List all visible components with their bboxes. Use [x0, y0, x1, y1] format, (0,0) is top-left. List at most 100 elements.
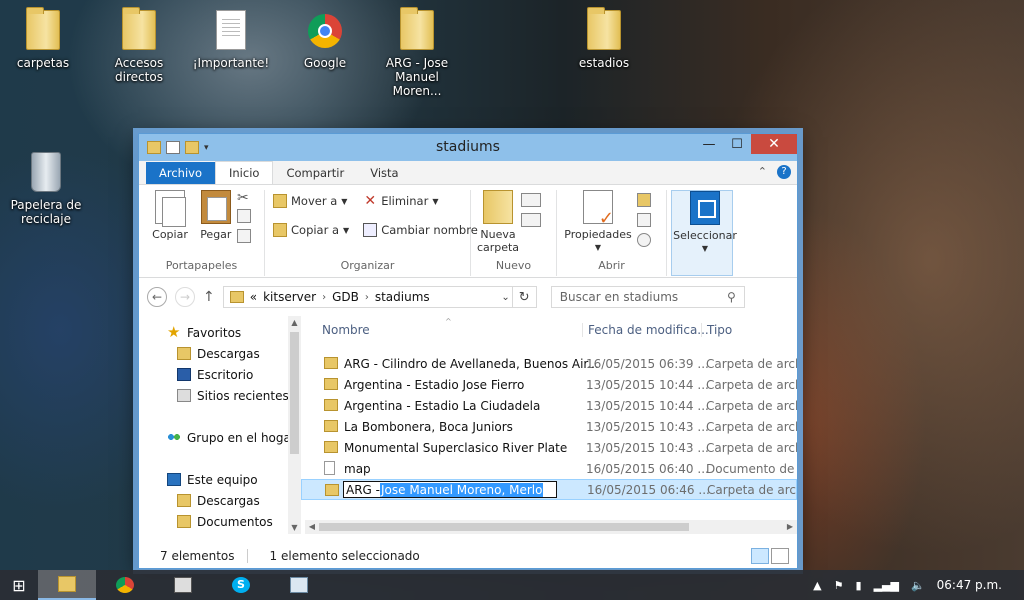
file-row[interactable]: map 16/05/2015 06:40 ... Documento de te…: [301, 458, 797, 479]
file-row[interactable]: ARG - Cilindro de Avellaneda, Buenos Air…: [301, 353, 797, 374]
address-bar[interactable]: « kitserver › GDB › stadiums ⌄ ↻: [222, 286, 537, 308]
edit-icon[interactable]: [637, 213, 651, 227]
desktop-icon-importante[interactable]: ¡Importante!: [183, 8, 279, 70]
taskbar-skype[interactable]: S: [212, 570, 270, 600]
paste-button[interactable]: Pegar: [195, 190, 237, 241]
file-row[interactable]: Argentina - Estadio Jose Fierro 13/05/20…: [301, 374, 797, 395]
forward-button[interactable]: →: [175, 287, 195, 307]
nav-descargas[interactable]: Descargas: [139, 343, 301, 364]
select-button[interactable]: Seleccionar ▼: [671, 190, 737, 276]
desktop-icon-arg[interactable]: ARG - Jose Manuel Moren...: [369, 7, 465, 98]
ribbon-collapse-icon[interactable]: ⌃: [758, 165, 767, 179]
column-name[interactable]: Nombre: [301, 323, 370, 337]
tab-vista[interactable]: Vista: [357, 162, 411, 184]
desktop-icon: [177, 368, 191, 381]
tab-archivo[interactable]: Archivo: [146, 162, 215, 184]
desktop-icon-accesos[interactable]: Accesos directos: [91, 7, 187, 84]
newfolder-label-1: Nueva: [480, 228, 516, 241]
search-input[interactable]: Buscar en stadiums ⚲: [550, 286, 745, 308]
minimize-button[interactable]: —: [695, 134, 723, 154]
history-icon[interactable]: [637, 233, 651, 247]
desktop-icon-estadios[interactable]: estadios: [556, 7, 652, 70]
move-to-button[interactable]: Mover a ▼: [273, 190, 349, 212]
group-label: Organizar: [340, 259, 395, 272]
desktop-icon-label: Accesos directos: [114, 56, 164, 84]
copy-to-button[interactable]: Copiar a ▼: [273, 219, 349, 241]
taskbar-notepad[interactable]: [270, 570, 328, 600]
copy-path-icon[interactable]: [237, 209, 251, 223]
easy-access-icon[interactable]: [521, 213, 541, 227]
copy-button[interactable]: Copiar: [149, 190, 191, 241]
desktop-icon-carpetas[interactable]: carpetas: [0, 7, 91, 70]
details-view-icon[interactable]: [751, 548, 769, 564]
search-placeholder: Buscar en stadiums: [559, 290, 679, 304]
delete-button[interactable]: ✕ Eliminar ▼: [363, 190, 478, 212]
recent-places-icon: [177, 389, 191, 402]
file-row[interactable]: Argentina - Estadio La Ciudadela 13/05/2…: [301, 395, 797, 416]
up-button[interactable]: ↑: [203, 289, 215, 305]
back-button[interactable]: ←: [147, 287, 167, 307]
nav-pc-descargas[interactable]: Descargas: [139, 490, 301, 511]
properties-label: Propiedades: [564, 228, 632, 241]
large-icons-view-icon[interactable]: [771, 548, 789, 564]
new-folder-button[interactable]: Nueva carpeta: [477, 190, 519, 254]
help-icon[interactable]: ?: [777, 165, 791, 179]
file-row[interactable]: Monumental Superclasico River Plate 13/0…: [301, 437, 797, 458]
tab-inicio[interactable]: Inicio: [215, 161, 274, 184]
scrollbar-thumb[interactable]: [290, 332, 299, 454]
nav-escritorio[interactable]: Escritorio: [139, 364, 301, 385]
volume-icon[interactable]: 🔈: [911, 579, 925, 592]
scroll-right-icon[interactable]: ▶: [783, 520, 797, 534]
app-icon: [174, 577, 192, 593]
taskbar-app[interactable]: [154, 570, 212, 600]
breadcrumb-gdb[interactable]: GDB: [332, 290, 359, 304]
properties-button[interactable]: Propiedades ▼: [563, 190, 633, 254]
desktop-icon-google[interactable]: Google: [277, 8, 373, 70]
nav-scrollbar[interactable]: ▲ ▼: [288, 316, 301, 534]
file-date: 16/05/2015 06:40 ...: [586, 461, 709, 476]
breadcrumb-kitserver[interactable]: kitserver: [263, 290, 316, 304]
battery-icon[interactable]: ▮: [856, 579, 862, 592]
text-file-icon: [324, 461, 335, 475]
taskbar-chrome[interactable]: [96, 570, 154, 600]
scroll-up-icon[interactable]: ▲: [288, 318, 301, 327]
file-row-selected[interactable]: ARG - Jose Manuel Moreno, Merlo 16/05/20…: [301, 479, 797, 500]
maximize-button[interactable]: ☐: [723, 134, 751, 154]
new-item-icon[interactable]: [521, 193, 541, 207]
flag-icon[interactable]: ⚑: [834, 579, 844, 592]
nav-grupo-hogar[interactable]: Grupo en el hogar: [139, 427, 301, 448]
column-date[interactable]: Fecha de modifica...: [582, 323, 709, 337]
desktop-icon-recycle-bin[interactable]: Papelera de reciclaje: [0, 150, 94, 226]
rename-input[interactable]: ARG - Jose Manuel Moreno, Merlo: [343, 481, 557, 498]
network-icon[interactable]: ▂▄▆: [874, 579, 899, 592]
clock[interactable]: 06:47 p.m.: [937, 578, 1002, 592]
breadcrumb-stadiums[interactable]: stadiums: [375, 290, 430, 304]
column-type[interactable]: Tipo: [701, 323, 732, 337]
paste-shortcut-icon[interactable]: [237, 229, 251, 243]
scroll-left-icon[interactable]: ◀: [305, 520, 319, 534]
taskbar-explorer[interactable]: [38, 570, 96, 600]
dropdown-arrow-icon: ▼: [432, 196, 439, 206]
cut-icon[interactable]: ✂: [237, 190, 251, 206]
star-icon: ★: [167, 323, 181, 341]
dropdown-arrow-icon: ▼: [343, 225, 350, 235]
close-button[interactable]: ✕: [751, 134, 797, 154]
scroll-down-icon[interactable]: ▼: [288, 523, 301, 532]
title-bar[interactable]: ▾ stadiums — ☐ ✕: [139, 134, 797, 161]
nav-pc-documentos[interactable]: Documentos: [139, 511, 301, 532]
refresh-button[interactable]: ↻: [511, 287, 536, 307]
horizontal-scrollbar[interactable]: ◀ ▶: [305, 520, 797, 534]
chevron-down-icon[interactable]: ⌄: [501, 292, 509, 303]
breadcrumb-separator-icon: ›: [364, 291, 369, 303]
rename-button[interactable]: Cambiar nombre: [363, 219, 478, 241]
nav-favoritos[interactable]: ★ Favoritos: [139, 322, 301, 343]
nav-este-equipo[interactable]: Este equipo: [139, 469, 301, 490]
start-button[interactable]: ⊞: [0, 570, 38, 600]
file-row[interactable]: La Bombonera, Boca Juniors 13/05/2015 10…: [301, 416, 797, 437]
nav-sitios-recientes[interactable]: Sitios recientes: [139, 385, 301, 406]
delete-icon: ✕: [364, 193, 377, 209]
scrollbar-thumb[interactable]: [319, 523, 689, 531]
tab-compartir[interactable]: Compartir: [273, 162, 357, 184]
open-icon[interactable]: [637, 193, 651, 207]
tray-expand-icon[interactable]: ▲: [813, 579, 821, 592]
